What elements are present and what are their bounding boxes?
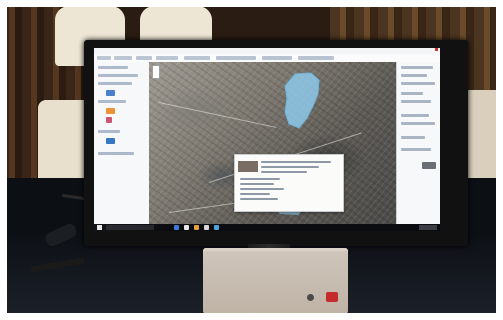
- feature-popup[interactable]: [234, 154, 344, 212]
- popup-line: [261, 166, 319, 168]
- panel-row[interactable]: [401, 148, 431, 151]
- popup-line: [240, 198, 278, 200]
- panel-row[interactable]: [401, 66, 433, 69]
- map-road: [158, 102, 277, 128]
- map-view[interactable]: [149, 62, 396, 224]
- taskbar-app-icon[interactable]: [204, 225, 209, 230]
- ribbon-tab[interactable]: [114, 56, 132, 60]
- windows-start-icon[interactable]: [97, 225, 102, 230]
- legend-swatch: [106, 108, 115, 114]
- system-clock[interactable]: [419, 225, 437, 230]
- taskbar-app-icon[interactable]: [174, 225, 179, 230]
- panel-row[interactable]: [401, 74, 427, 77]
- panel-thumbnail: [422, 162, 436, 169]
- attributes-panel: [396, 62, 440, 224]
- popup-image: [238, 161, 258, 172]
- ribbon-tab[interactable]: [156, 56, 178, 60]
- layer-row[interactable]: [98, 100, 126, 103]
- legend-swatch: [106, 117, 112, 123]
- ribbon-tab[interactable]: [216, 56, 256, 60]
- popup-line: [261, 171, 307, 173]
- layers-panel: [94, 62, 150, 224]
- sticker: [326, 292, 338, 302]
- photo-scene: [0, 0, 503, 320]
- panel-row[interactable]: [401, 82, 435, 85]
- popup-line: [240, 188, 284, 190]
- brand-logo: [307, 294, 314, 301]
- ribbon-tab[interactable]: [298, 56, 334, 60]
- popup-line: [240, 183, 274, 185]
- taskbar-app-icon[interactable]: [194, 225, 199, 230]
- popup-line: [261, 161, 331, 163]
- panel-row[interactable]: [401, 92, 423, 95]
- taskbar-app-icon[interactable]: [184, 225, 189, 230]
- ribbon-tab[interactable]: [184, 56, 210, 60]
- panel-row[interactable]: [401, 100, 431, 103]
- layer-row[interactable]: [98, 130, 120, 133]
- layer-row[interactable]: [98, 74, 138, 77]
- monitor-screen: [94, 48, 440, 231]
- legend-swatch: [106, 138, 115, 144]
- layer-row[interactable]: [98, 152, 134, 155]
- panel-row[interactable]: [401, 136, 425, 139]
- taskbar: [94, 224, 440, 231]
- panel-row[interactable]: [401, 114, 429, 117]
- ribbon-tab[interactable]: [262, 56, 292, 60]
- popup-line: [240, 178, 280, 180]
- close-icon[interactable]: [435, 48, 438, 51]
- panel-row[interactable]: [401, 122, 435, 125]
- layer-row[interactable]: [98, 66, 128, 69]
- lake-polygon[interactable]: [281, 72, 321, 130]
- ribbon-tab[interactable]: [136, 56, 152, 60]
- popup-line: [240, 193, 270, 195]
- layer-row[interactable]: [98, 82, 132, 85]
- zoom-control[interactable]: [152, 65, 160, 79]
- search-icon[interactable]: [106, 225, 154, 230]
- monitor-stand-base: [203, 248, 348, 314]
- ribbon-tab[interactable]: [97, 56, 111, 60]
- taskbar-app-icon[interactable]: [214, 225, 219, 230]
- legend-swatch: [106, 90, 115, 96]
